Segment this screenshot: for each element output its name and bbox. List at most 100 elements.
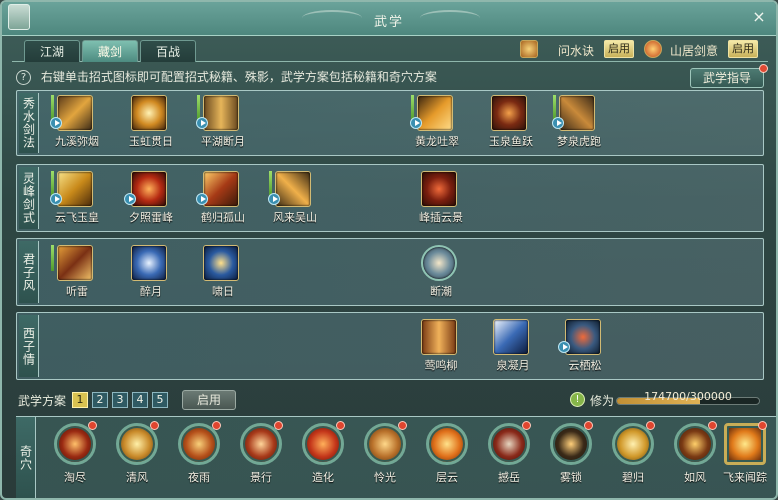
panel-label: 君子风 [19,241,39,303]
play-icon[interactable] [558,341,570,353]
skill-name: 莺鸣柳 [424,359,458,372]
play-icon[interactable] [50,193,62,205]
qixue-lianguang: 怜光 [356,421,412,493]
scheme-row: 武学方案 1 2 3 4 5 启用 ! 修为 174700/300000 [18,390,776,410]
cultivation-info-icon[interactable]: ! [570,392,585,407]
hint-row: ? 右键单击招式图标即可配置招式秘籍、殊影，武学方案包括秘籍和奇穴方案 [16,68,676,86]
notification-dot [150,421,159,430]
heguigushan-icon[interactable] [203,171,239,207]
skill-name: 啸日 [212,285,234,298]
wenshuijue-label: 问水诀 [558,44,595,58]
cultivation-value: 174700/300000 [644,390,732,403]
play-icon[interactable] [196,117,208,129]
play-icon[interactable] [268,193,280,205]
panel-label: 秀水剑法 [19,93,39,153]
yuhongguanri-icon[interactable] [131,95,167,131]
qixue-zaohua: 造化 [294,421,350,493]
fengchayunjing-icon[interactable] [421,171,457,207]
tab-jianghu[interactable]: 江湖 [24,40,80,62]
qixue-cengyun: 层云 [418,423,474,493]
qixue-name: 撼岳 [498,471,520,484]
scheme-4-button[interactable]: 4 [132,392,148,408]
scheme-2-button[interactable]: 2 [92,392,108,408]
skill-panel-xiushui: 秀水剑法 九溪弥烟 玉虹贯日 平湖断月 黄龙吐翠 玉泉鱼跃 梦泉虎跑 [16,90,764,156]
skill-yunfeiyuhuang: 云飞玉皇 [47,169,107,229]
skill-jiuximiyan: 九溪弥烟 [47,93,107,153]
skill-yuquanyuyue: 玉泉鱼跃 [481,93,541,153]
skill-xiaori: 啸日 [193,243,253,303]
yunqisong-icon[interactable] [565,319,601,355]
scheme-enable-button[interactable]: 启用 [182,390,236,410]
martial-arts-window: 武学 × 江湖 藏剑 百战 问水诀 启用 山居剑意 启用 ? 右键单击招式图标即… [0,0,778,500]
mengquanhupao-icon[interactable] [559,95,595,131]
qixue-jingxing: 景行 [232,421,288,493]
qixue-name: 碧归 [622,471,644,484]
qixue-yeyu: 夜雨 [170,421,226,493]
close-button[interactable]: × [750,8,768,26]
xizhaoleifeng-icon[interactable] [131,171,167,207]
xiaori-icon[interactable] [203,245,239,281]
skill-name: 玉泉鱼跃 [489,135,533,148]
play-icon[interactable] [410,117,422,129]
tab-baizhan[interactable]: 百战 [140,40,196,62]
zuiyue-icon[interactable] [131,245,167,281]
cultivation-label: 修为 [590,394,615,408]
shanjujianyi-enable-button[interactable]: 启用 [728,40,758,58]
scheme-3-button[interactable]: 3 [112,392,128,408]
scheme-5-button[interactable]: 5 [152,392,168,408]
skill-name: 梦泉虎跑 [557,135,601,148]
skill-name: 黄龙吐翠 [415,135,459,148]
yuquanyuyue-icon[interactable] [491,95,527,131]
cengyun-icon[interactable] [426,423,468,465]
notification-dot [646,421,655,430]
qixue-name: 造化 [312,471,334,484]
huanglongtucui-icon[interactable] [417,95,453,131]
skill-xizhaoleifeng: 夕照雷峰 [121,169,181,229]
qixue-feilaiwenzong: 飞来闻踪 [716,421,772,493]
skill-name: 平湖断月 [201,135,245,148]
panel-label: 西子情 [19,315,39,377]
wenshuijue-enable-button[interactable]: 启用 [604,40,634,58]
skill-name: 断潮 [430,285,452,298]
skill-level-bar [51,245,54,271]
duanchao-icon[interactable] [421,245,457,281]
quanningyue-icon[interactable] [493,319,529,355]
qixue-wusuo: 雾锁 [542,421,598,493]
title-bar[interactable]: 武学 × [2,2,776,36]
play-icon[interactable] [50,117,62,129]
skill-yuhongguanri: 玉虹贯日 [121,93,181,153]
qixue-bigui: 碧归 [604,421,660,493]
fenglaiwushan-icon[interactable] [275,171,311,207]
tab-cangjian[interactable]: 藏剑 [82,40,138,62]
wenshuijue-icon [520,40,538,58]
scheme-1-button[interactable]: 1 [72,392,88,408]
help-icon[interactable]: ? [16,70,31,85]
pinghuduanyue-icon[interactable] [203,95,239,131]
hint-text: 右键单击招式图标即可配置招式秘籍、殊影，武学方案包括秘籍和奇穴方案 [40,70,437,84]
jiuximiyan-icon[interactable] [57,95,93,131]
skill-huanglongtucui: 黄龙吐翠 [407,93,467,153]
skill-mengquanhupao: 梦泉虎跑 [549,93,609,153]
play-icon[interactable] [124,193,136,205]
tab-bar: 江湖 藏剑 百战 问水诀 启用 山居剑意 启用 [12,38,768,62]
qixue-name: 夜雨 [188,471,210,484]
martial-guide-button[interactable]: 武学指导 [690,68,764,88]
shanjujianyi-label: 山居剑意 [670,44,719,58]
skill-heguigushan: 鹤归孤山 [193,169,253,229]
play-icon[interactable] [196,193,208,205]
notification-dot [274,421,283,430]
yingmingliu-icon[interactable] [421,319,457,355]
notification-dot [759,64,768,73]
qixue-name: 景行 [250,471,272,484]
notification-dot [398,421,407,430]
qixue-name: 怜光 [374,471,396,484]
skill-yingmingliu: 莺鸣柳 [411,317,471,377]
tinglei-icon[interactable] [57,245,93,281]
shanjujianyi-icon [644,40,662,58]
qixue-name: 层云 [436,471,458,484]
play-icon[interactable] [552,117,564,129]
notification-dot [522,421,531,430]
yunfeiyuhuang-icon[interactable] [57,171,93,207]
skill-name: 玉虹贯日 [129,135,173,148]
skill-panel-xiziqing: 西子情 莺鸣柳 泉凝月 云栖松 [16,312,764,380]
